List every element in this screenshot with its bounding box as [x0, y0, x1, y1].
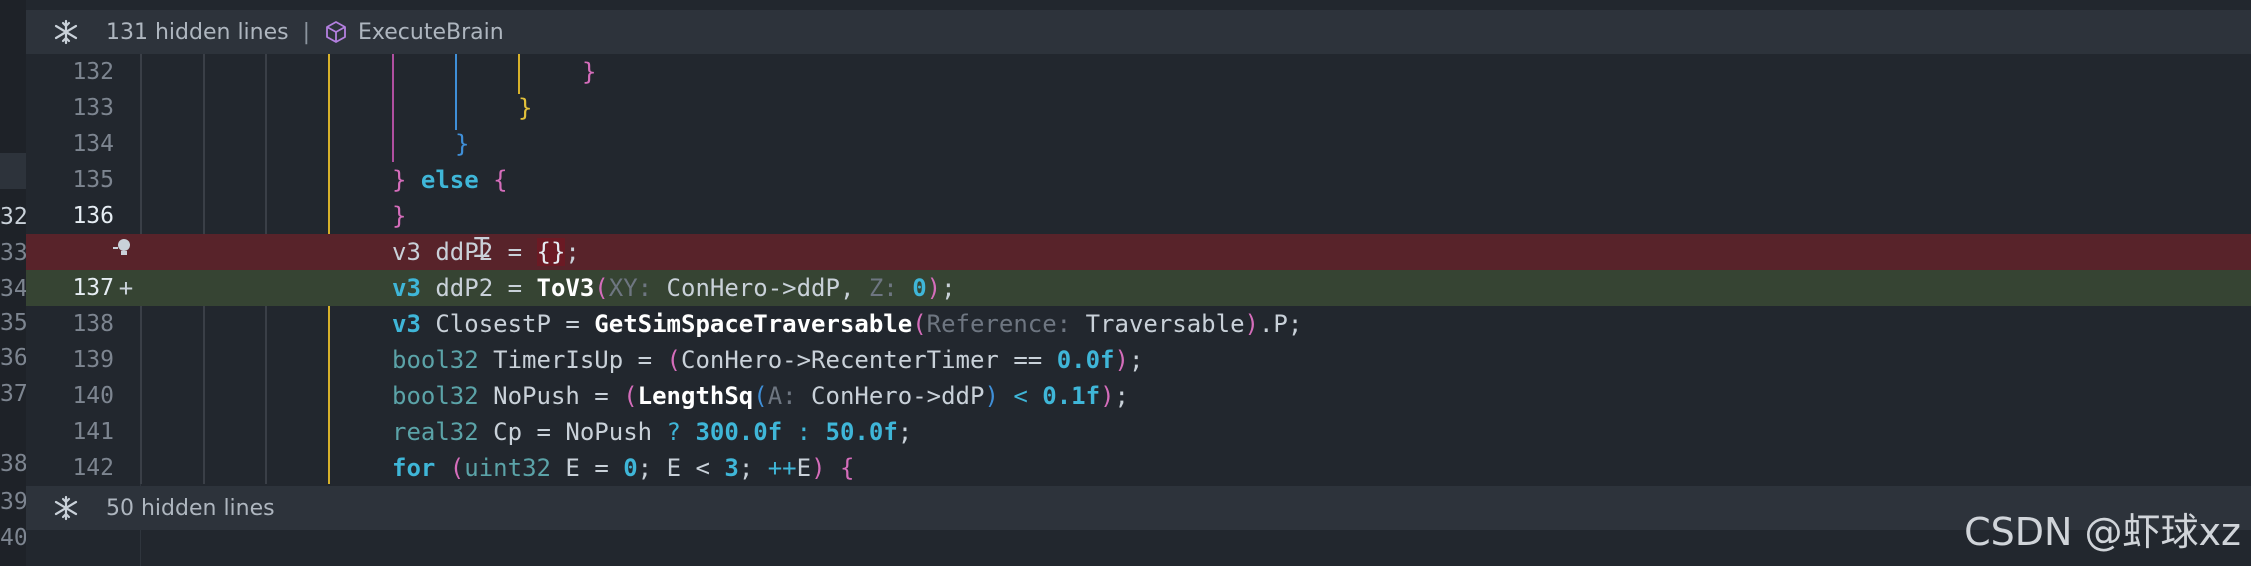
outer-line-number: 34: [0, 276, 26, 302]
outer-line-number: 38: [0, 451, 26, 477]
line-number: 142: [72, 455, 114, 481]
hidden-lines-label: 131 hidden lines: [106, 19, 289, 45]
code-text: v3 ddP2 = ToV3(XY: ConHero->ddP, Z: 0);: [392, 274, 956, 302]
hidden-lines-label: 50 hidden lines: [106, 495, 275, 521]
outer-line-number: 35: [0, 310, 26, 336]
fold-separator: |: [302, 19, 311, 45]
code-line[interactable]: 134 }: [26, 126, 2251, 162]
inlay-hint: Z:: [868, 274, 898, 302]
text-cursor-icon: Ɪ: [474, 231, 490, 264]
code-line[interactable]: 139 bool32 TimerIsUp = (ConHero->Recente…: [26, 342, 2251, 378]
deleted-line[interactable]: v3 ddP2 = {};: [26, 234, 2251, 270]
line-number: 136: [72, 203, 114, 229]
inlay-hint: A:: [767, 382, 797, 410]
scope-name[interactable]: ExecuteBrain: [358, 20, 504, 45]
added-line[interactable]: 137 + v3 ddP2 = ToV3(XY: ConHero->ddP, Z…: [26, 270, 2251, 306]
code-line[interactable]: 141 real32 Cp = NoPush ? 300.0f : 50.0f;: [26, 414, 2251, 450]
line-number: 133: [72, 95, 114, 121]
outer-line-number: 36: [0, 345, 26, 371]
code-text: for (uint32 E = 0; E < 3; ++E) {: [392, 454, 855, 482]
outer-line-number: 33: [0, 240, 26, 266]
code-line[interactable]: 135 } else {: [26, 162, 2251, 198]
line-number: 134: [72, 131, 114, 157]
watermark: CSDN @虾球xz: [1964, 510, 2241, 554]
outer-line-number: 39: [0, 489, 26, 515]
line-number: 141: [72, 419, 114, 445]
added-marker: +: [118, 274, 134, 302]
left-pane-gutter: 32 33 34 35 36 37 38 39 40: [0, 0, 26, 566]
code-text: v3 ClosestP = GetSimSpaceTraversable(Ref…: [392, 310, 1303, 338]
line-number: 132: [72, 59, 114, 85]
outer-line-number: 32: [0, 204, 26, 230]
code-line[interactable]: 142 for (uint32 E = 0; E < 3; ++E) {: [26, 450, 2251, 486]
inlay-hint: Reference:: [926, 310, 1072, 338]
code-text: }: [518, 94, 533, 122]
symbol-cube-icon: [324, 20, 348, 44]
left-pane-highlight: [0, 153, 26, 189]
hidden-lines-fold-top[interactable]: 131 hidden lines | ExecuteBrain: [26, 10, 2251, 54]
outer-line-number: 40: [0, 525, 26, 551]
lightbulb-icon[interactable]: [112, 236, 136, 264]
line-number: 139: [72, 347, 114, 373]
code-line[interactable]: 136 }: [26, 198, 2251, 234]
code-line[interactable]: 140 bool32 NoPush = (LengthSq(A: ConHero…: [26, 378, 2251, 414]
code-text: }: [582, 58, 597, 86]
line-number: 135: [72, 167, 114, 193]
line-number: 138: [72, 311, 114, 337]
unfold-icon[interactable]: [26, 19, 106, 45]
code-text: bool32 TimerIsUp = (ConHero->RecenterTim…: [392, 346, 1144, 374]
code-line[interactable]: 138 v3 ClosestP = GetSimSpaceTraversable…: [26, 306, 2251, 342]
code-line[interactable]: 133 }: [26, 90, 2251, 126]
code-text: bool32 NoPush = (LengthSq(A: ConHero->dd…: [392, 382, 1129, 410]
code-text: real32 Cp = NoPush ? 300.0f : 50.0f;: [392, 418, 913, 446]
inlay-hint: XY:: [608, 274, 653, 302]
line-number: 140: [72, 383, 114, 409]
unfold-icon[interactable]: [26, 495, 106, 521]
outer-line-number: 37: [0, 381, 26, 407]
code-text: } else {: [392, 166, 508, 194]
line-number: 137: [72, 275, 114, 301]
code-text: }: [392, 202, 407, 230]
code-line[interactable]: 132 }: [26, 54, 2251, 90]
hidden-lines-fold-bottom[interactable]: 50 hidden lines: [26, 486, 2251, 530]
code-text: }: [455, 130, 470, 158]
